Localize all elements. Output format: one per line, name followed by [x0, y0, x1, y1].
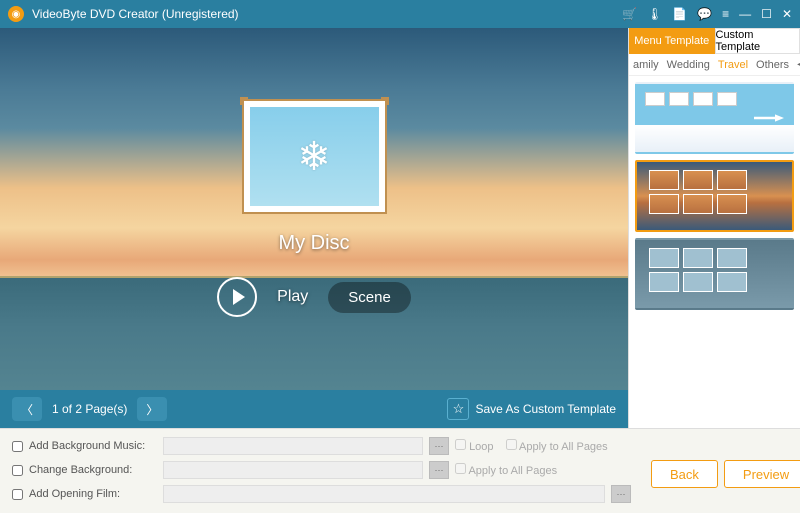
cart-icon[interactable]: 🛒 [622, 7, 637, 21]
close-icon[interactable]: ✕ [782, 7, 792, 21]
change-bg-checkbox[interactable] [12, 465, 23, 476]
bg-music-label: Add Background Music: [29, 440, 157, 452]
minimize-icon[interactable]: — [739, 7, 751, 21]
scene-button[interactable]: Scene [328, 282, 411, 313]
bottom-panel: Add Background Music: ··· Loop Apply to … [0, 428, 800, 513]
maximize-icon[interactable]: ☐ [761, 7, 772, 21]
disc-title[interactable]: My Disc [278, 232, 349, 255]
template-item-2[interactable] [635, 160, 794, 232]
preview-button[interactable]: Preview [724, 460, 800, 488]
apply-all-bg-label: Apply to All Pages [468, 465, 557, 477]
prev-page-button[interactable]: 〈 [12, 397, 42, 421]
save-as-custom-template[interactable]: ☆ Save As Custom Template [447, 398, 616, 420]
app-title: VideoByte DVD Creator (Unregistered) [32, 7, 622, 21]
category-family[interactable]: amily [633, 59, 659, 71]
change-bg-label: Change Background: [29, 464, 157, 476]
bg-music-input[interactable] [163, 437, 423, 455]
bg-music-browse[interactable]: ··· [429, 437, 449, 455]
template-sidebar: Menu Template Custom Template amily Wedd… [628, 28, 800, 428]
opening-film-input[interactable] [163, 485, 605, 503]
file-icon[interactable]: 📄 [672, 7, 687, 21]
opening-film-checkbox[interactable] [12, 489, 23, 500]
play-button[interactable] [217, 277, 257, 317]
tab-custom-template[interactable]: Custom Template [715, 28, 800, 54]
category-travel[interactable]: Travel [718, 59, 748, 71]
titlebar: ◉ VideoByte DVD Creator (Unregistered) 🛒… [0, 0, 800, 28]
category-row: amily Wedding Travel Others ◀▶ [629, 54, 800, 76]
bg-music-checkbox[interactable] [12, 441, 23, 452]
star-icon: ☆ [447, 398, 469, 420]
save-template-label: Save As Custom Template [475, 402, 616, 416]
loop-checkbox[interactable] [455, 439, 466, 450]
category-wedding[interactable]: Wedding [667, 59, 710, 71]
template-item-1[interactable] [635, 82, 794, 154]
app-logo-icon: ◉ [8, 6, 24, 22]
apply-all-bg-checkbox[interactable] [455, 463, 466, 474]
change-bg-input[interactable] [163, 461, 423, 479]
key-icon[interactable]: 🌡 [647, 7, 662, 21]
snowflake-icon: ❄ [297, 134, 331, 180]
preview-area: ❄ My Disc Play Scene 〈 1 of 2 Page(s) 〉 … [0, 28, 628, 428]
category-others[interactable]: Others [756, 59, 789, 71]
template-list [629, 76, 800, 428]
opening-film-label: Add Opening Film: [29, 488, 157, 500]
back-button[interactable]: Back [651, 460, 718, 488]
template-item-3[interactable] [635, 238, 794, 310]
loop-label: Loop [469, 441, 493, 453]
menu-icon[interactable]: ≡ [722, 7, 729, 21]
apply-all-music-label: Apply to All Pages [519, 441, 608, 453]
pager-bar: 〈 1 of 2 Page(s) 〉 ☆ Save As Custom Temp… [0, 390, 628, 428]
chat-icon[interactable]: 💬 [697, 7, 712, 21]
play-label[interactable]: Play [277, 288, 308, 306]
tab-menu-template[interactable]: Menu Template [629, 28, 715, 54]
change-bg-browse[interactable]: ··· [429, 461, 449, 479]
apply-all-music-checkbox[interactable] [506, 439, 517, 450]
next-page-button[interactable]: 〉 [137, 397, 167, 421]
page-indicator: 1 of 2 Page(s) [52, 402, 127, 416]
menu-thumbnail-frame[interactable]: ❄ [242, 99, 387, 214]
opening-film-browse[interactable]: ··· [611, 485, 631, 503]
